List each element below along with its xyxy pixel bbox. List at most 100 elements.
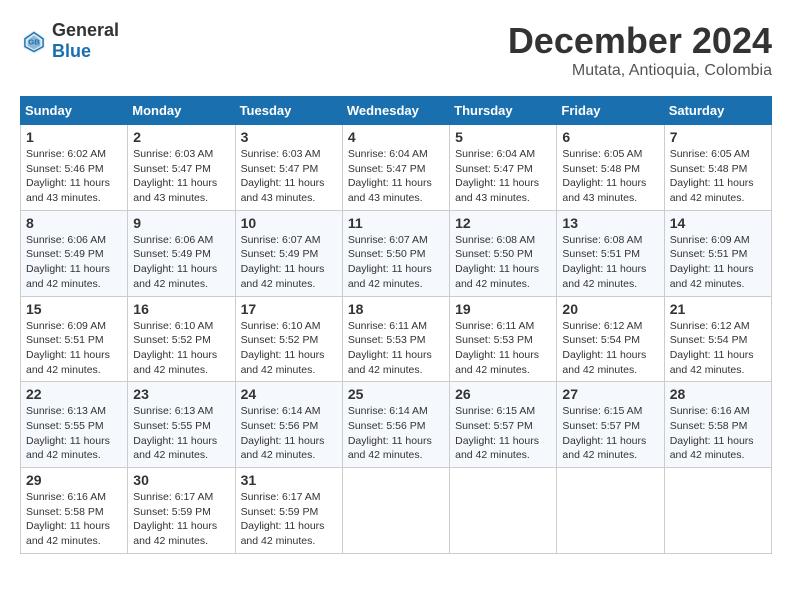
calendar-cell: 18 Sunrise: 6:11 AMSunset: 5:53 PMDaylig… (342, 296, 449, 382)
day-info: Sunrise: 6:05 AMSunset: 5:48 PMDaylight:… (562, 148, 646, 204)
day-number: 29 (26, 472, 122, 488)
logo-general-text: General (52, 20, 119, 40)
day-number: 20 (562, 301, 658, 317)
week-row-3: 15 Sunrise: 6:09 AMSunset: 5:51 PMDaylig… (21, 296, 772, 382)
column-header-sunday: Sunday (21, 97, 128, 125)
logo-blue-text: Blue (52, 41, 91, 61)
day-number: 30 (133, 472, 229, 488)
calendar-cell: 21 Sunrise: 6:12 AMSunset: 5:54 PMDaylig… (664, 296, 771, 382)
day-number: 19 (455, 301, 551, 317)
page-header: GB General Blue December 2024 Mutata, An… (20, 20, 772, 80)
day-info: Sunrise: 6:07 AMSunset: 5:49 PMDaylight:… (241, 234, 325, 290)
day-info: Sunrise: 6:08 AMSunset: 5:51 PMDaylight:… (562, 234, 646, 290)
day-number: 9 (133, 215, 229, 231)
day-number: 15 (26, 301, 122, 317)
calendar-cell (557, 468, 664, 554)
calendar-cell: 7 Sunrise: 6:05 AMSunset: 5:48 PMDayligh… (664, 125, 771, 211)
column-header-tuesday: Tuesday (235, 97, 342, 125)
calendar-cell (664, 468, 771, 554)
column-header-monday: Monday (128, 97, 235, 125)
day-number: 17 (241, 301, 337, 317)
calendar-cell: 13 Sunrise: 6:08 AMSunset: 5:51 PMDaylig… (557, 210, 664, 296)
day-number: 7 (670, 129, 766, 145)
day-info: Sunrise: 6:10 AMSunset: 5:52 PMDaylight:… (133, 320, 217, 376)
week-row-2: 8 Sunrise: 6:06 AMSunset: 5:49 PMDayligh… (21, 210, 772, 296)
header-row: SundayMondayTuesdayWednesdayThursdayFrid… (21, 97, 772, 125)
day-number: 18 (348, 301, 444, 317)
calendar-cell: 6 Sunrise: 6:05 AMSunset: 5:48 PMDayligh… (557, 125, 664, 211)
month-title: December 2024 (508, 20, 772, 62)
calendar-cell: 25 Sunrise: 6:14 AMSunset: 5:56 PMDaylig… (342, 382, 449, 468)
title-area: December 2024 Mutata, Antioquia, Colombi… (508, 20, 772, 80)
day-info: Sunrise: 6:07 AMSunset: 5:50 PMDaylight:… (348, 234, 432, 290)
day-number: 6 (562, 129, 658, 145)
day-info: Sunrise: 6:10 AMSunset: 5:52 PMDaylight:… (241, 320, 325, 376)
day-info: Sunrise: 6:06 AMSunset: 5:49 PMDaylight:… (26, 234, 110, 290)
day-info: Sunrise: 6:05 AMSunset: 5:48 PMDaylight:… (670, 148, 754, 204)
calendar-cell: 24 Sunrise: 6:14 AMSunset: 5:56 PMDaylig… (235, 382, 342, 468)
day-number: 4 (348, 129, 444, 145)
day-number: 8 (26, 215, 122, 231)
calendar-cell: 28 Sunrise: 6:16 AMSunset: 5:58 PMDaylig… (664, 382, 771, 468)
calendar-cell: 2 Sunrise: 6:03 AMSunset: 5:47 PMDayligh… (128, 125, 235, 211)
week-row-1: 1 Sunrise: 6:02 AMSunset: 5:46 PMDayligh… (21, 125, 772, 211)
calendar-cell: 20 Sunrise: 6:12 AMSunset: 5:54 PMDaylig… (557, 296, 664, 382)
day-info: Sunrise: 6:15 AMSunset: 5:57 PMDaylight:… (455, 405, 539, 461)
svg-text:GB: GB (28, 38, 40, 47)
day-number: 26 (455, 386, 551, 402)
day-info: Sunrise: 6:12 AMSunset: 5:54 PMDaylight:… (562, 320, 646, 376)
calendar-cell: 10 Sunrise: 6:07 AMSunset: 5:49 PMDaylig… (235, 210, 342, 296)
day-number: 31 (241, 472, 337, 488)
calendar-cell: 26 Sunrise: 6:15 AMSunset: 5:57 PMDaylig… (450, 382, 557, 468)
column-header-friday: Friday (557, 97, 664, 125)
day-number: 24 (241, 386, 337, 402)
day-number: 27 (562, 386, 658, 402)
calendar-cell: 16 Sunrise: 6:10 AMSunset: 5:52 PMDaylig… (128, 296, 235, 382)
calendar-cell (342, 468, 449, 554)
day-number: 22 (26, 386, 122, 402)
calendar-cell: 4 Sunrise: 6:04 AMSunset: 5:47 PMDayligh… (342, 125, 449, 211)
day-number: 23 (133, 386, 229, 402)
column-header-wednesday: Wednesday (342, 97, 449, 125)
day-info: Sunrise: 6:14 AMSunset: 5:56 PMDaylight:… (241, 405, 325, 461)
calendar-cell: 27 Sunrise: 6:15 AMSunset: 5:57 PMDaylig… (557, 382, 664, 468)
calendar-cell: 17 Sunrise: 6:10 AMSunset: 5:52 PMDaylig… (235, 296, 342, 382)
calendar-table: SundayMondayTuesdayWednesdayThursdayFrid… (20, 96, 772, 554)
column-header-saturday: Saturday (664, 97, 771, 125)
location-title: Mutata, Antioquia, Colombia (508, 62, 772, 80)
day-number: 3 (241, 129, 337, 145)
calendar-cell: 5 Sunrise: 6:04 AMSunset: 5:47 PMDayligh… (450, 125, 557, 211)
calendar-cell: 19 Sunrise: 6:11 AMSunset: 5:53 PMDaylig… (450, 296, 557, 382)
day-number: 5 (455, 129, 551, 145)
column-header-thursday: Thursday (450, 97, 557, 125)
day-info: Sunrise: 6:06 AMSunset: 5:49 PMDaylight:… (133, 234, 217, 290)
day-info: Sunrise: 6:08 AMSunset: 5:50 PMDaylight:… (455, 234, 539, 290)
day-info: Sunrise: 6:17 AMSunset: 5:59 PMDaylight:… (133, 491, 217, 547)
day-info: Sunrise: 6:11 AMSunset: 5:53 PMDaylight:… (348, 320, 432, 376)
day-info: Sunrise: 6:16 AMSunset: 5:58 PMDaylight:… (670, 405, 754, 461)
calendar-cell: 30 Sunrise: 6:17 AMSunset: 5:59 PMDaylig… (128, 468, 235, 554)
day-info: Sunrise: 6:13 AMSunset: 5:55 PMDaylight:… (133, 405, 217, 461)
day-number: 14 (670, 215, 766, 231)
calendar-cell: 15 Sunrise: 6:09 AMSunset: 5:51 PMDaylig… (21, 296, 128, 382)
calendar-cell: 29 Sunrise: 6:16 AMSunset: 5:58 PMDaylig… (21, 468, 128, 554)
day-info: Sunrise: 6:09 AMSunset: 5:51 PMDaylight:… (670, 234, 754, 290)
day-info: Sunrise: 6:12 AMSunset: 5:54 PMDaylight:… (670, 320, 754, 376)
calendar-cell: 22 Sunrise: 6:13 AMSunset: 5:55 PMDaylig… (21, 382, 128, 468)
day-info: Sunrise: 6:02 AMSunset: 5:46 PMDaylight:… (26, 148, 110, 204)
day-info: Sunrise: 6:17 AMSunset: 5:59 PMDaylight:… (241, 491, 325, 547)
calendar-cell: 23 Sunrise: 6:13 AMSunset: 5:55 PMDaylig… (128, 382, 235, 468)
day-info: Sunrise: 6:09 AMSunset: 5:51 PMDaylight:… (26, 320, 110, 376)
calendar-cell: 11 Sunrise: 6:07 AMSunset: 5:50 PMDaylig… (342, 210, 449, 296)
calendar-cell: 31 Sunrise: 6:17 AMSunset: 5:59 PMDaylig… (235, 468, 342, 554)
week-row-4: 22 Sunrise: 6:13 AMSunset: 5:55 PMDaylig… (21, 382, 772, 468)
calendar-cell: 1 Sunrise: 6:02 AMSunset: 5:46 PMDayligh… (21, 125, 128, 211)
calendar-cell: 12 Sunrise: 6:08 AMSunset: 5:50 PMDaylig… (450, 210, 557, 296)
logo-icon: GB (20, 27, 48, 55)
day-number: 13 (562, 215, 658, 231)
day-info: Sunrise: 6:16 AMSunset: 5:58 PMDaylight:… (26, 491, 110, 547)
day-number: 21 (670, 301, 766, 317)
calendar-cell: 8 Sunrise: 6:06 AMSunset: 5:49 PMDayligh… (21, 210, 128, 296)
day-info: Sunrise: 6:15 AMSunset: 5:57 PMDaylight:… (562, 405, 646, 461)
day-info: Sunrise: 6:03 AMSunset: 5:47 PMDaylight:… (133, 148, 217, 204)
